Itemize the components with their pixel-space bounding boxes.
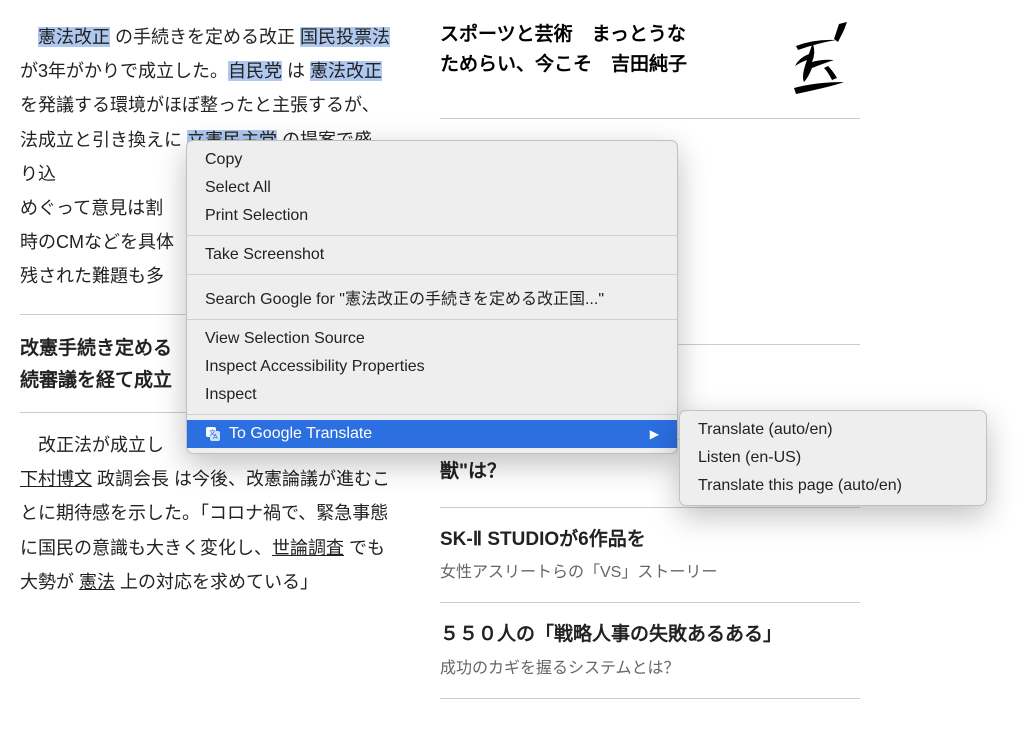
menu-inspect-accessibility[interactable]: Inspect Accessibility Properties	[187, 353, 677, 381]
menu-select-all[interactable]: Select All	[187, 174, 677, 202]
menu-view-selection-source[interactable]: View Selection Source	[187, 325, 677, 353]
link-constitution[interactable]: 憲法	[79, 572, 115, 592]
menu-copy[interactable]: Copy	[187, 146, 677, 174]
link-constitution-revision[interactable]: 憲法改正	[38, 27, 110, 47]
menu-inspect[interactable]: Inspect	[187, 381, 677, 409]
menu-take-screenshot[interactable]: Take Screenshot	[187, 241, 677, 269]
calligraphy-image	[780, 20, 860, 100]
link-shimomura[interactable]: 下村博文	[20, 469, 92, 489]
link-ldp[interactable]: 自民党	[228, 61, 282, 81]
submenu-listen[interactable]: Listen (en-US)	[680, 444, 986, 472]
context-menu: Copy Select All Print Selection Take Scr…	[186, 140, 678, 454]
menu-separator	[187, 274, 677, 275]
link-constitution-revision-2[interactable]: 憲法改正	[310, 61, 382, 81]
divider	[440, 602, 860, 603]
menu-separator	[187, 414, 677, 415]
sidebar-item[interactable]: ５５０人の「戦略人事の失敗あるある」 成功のカギを握るシステムとは？	[440, 621, 860, 678]
translate-submenu: Translate (auto/en) Listen (en-US) Trans…	[679, 410, 987, 506]
submenu-translate-auto[interactable]: Translate (auto/en)	[680, 416, 986, 444]
divider	[440, 507, 860, 508]
sidebar-item[interactable]: SK-Ⅱ STUDIOが6作品を 女性アスリートらの「VS」ストーリー	[440, 526, 860, 583]
menu-print-selection[interactable]: Print Selection	[187, 202, 677, 230]
divider	[440, 118, 860, 119]
menu-separator	[187, 235, 677, 236]
submenu-translate-page[interactable]: Translate this page (auto/en)	[680, 472, 986, 500]
sidebar-top-item[interactable]: スポーツと芸術 まっとうな ためらい、今こそ 吉田純子	[440, 20, 860, 100]
divider	[440, 698, 860, 699]
menu-search-google[interactable]: Search Google for "憲法改正の手続きを定める改正国..."	[187, 280, 677, 314]
chevron-right-icon: ▶	[650, 427, 659, 441]
link-referendum-law[interactable]: 国民投票法	[300, 27, 390, 47]
menu-separator	[187, 319, 677, 320]
svg-text:A: A	[213, 434, 218, 441]
translate-icon: 文A	[205, 426, 221, 442]
menu-to-google-translate[interactable]: 文A To Google Translate ▶	[187, 420, 677, 448]
link-poll[interactable]: 世論調査	[272, 538, 344, 558]
